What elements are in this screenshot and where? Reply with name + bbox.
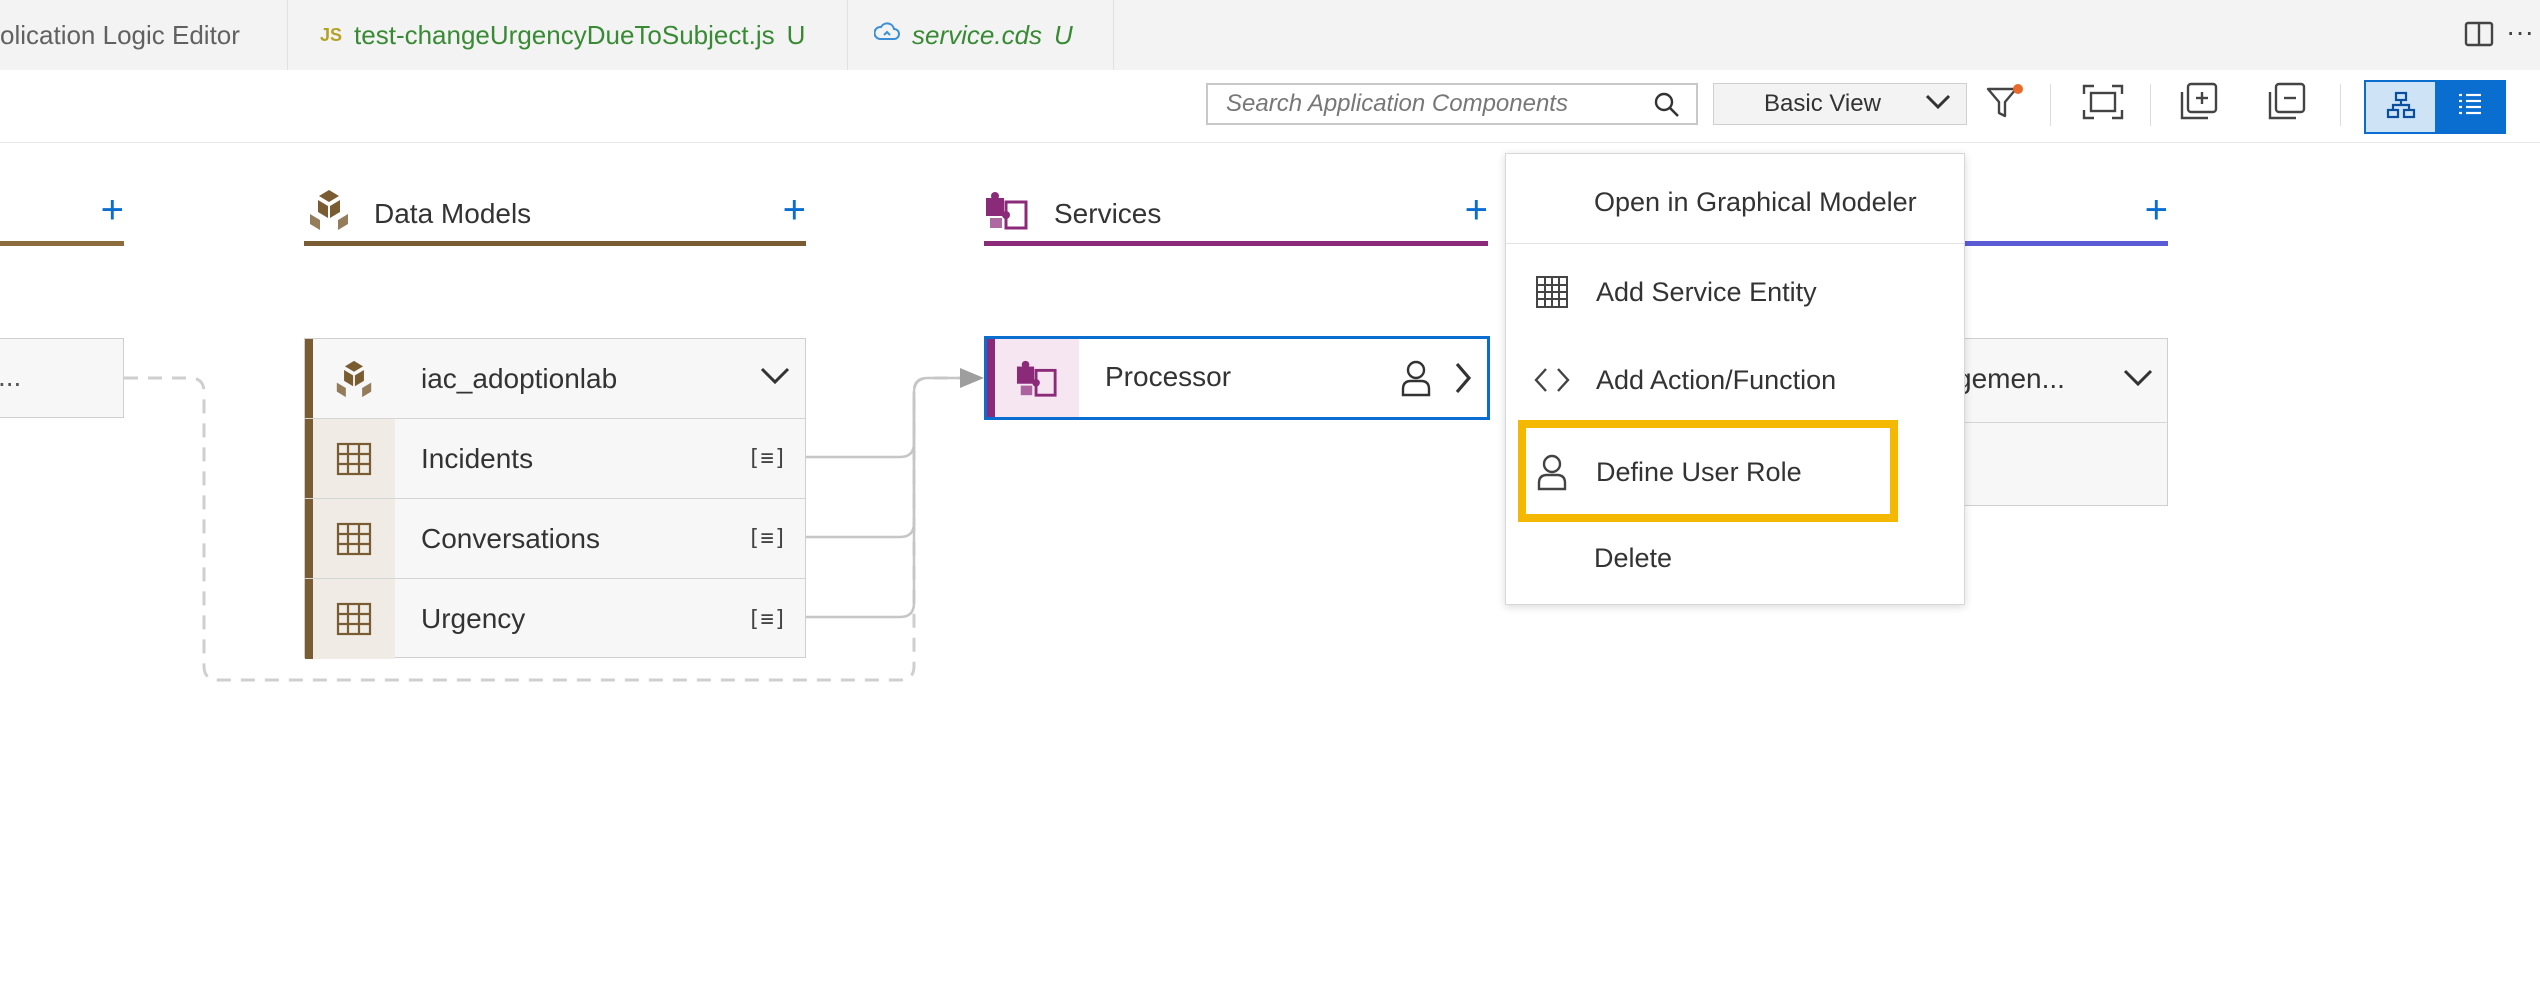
- entity-row[interactable]: Urgency [≡]: [305, 579, 805, 659]
- context-menu: Open in Graphical Modeler Add Service En…: [1505, 153, 1965, 605]
- column-underline: [0, 241, 124, 246]
- column-underline: [984, 241, 1488, 246]
- node-header[interactable]: gemen...: [1956, 339, 2168, 423]
- entity-details-icon[interactable]: [≡]: [747, 526, 787, 551]
- add-service-button[interactable]: +: [1465, 188, 1488, 233]
- entity-row[interactable]: Incidents [≡]: [305, 419, 805, 499]
- node-title: iac_adoptionlab: [421, 362, 618, 394]
- left-node[interactable]: ...: [0, 338, 124, 418]
- menu-item-delete[interactable]: Delete: [1506, 518, 1964, 598]
- entity-details-icon[interactable]: [≡]: [747, 607, 787, 632]
- column-title: Data Models: [374, 198, 532, 229]
- right-node[interactable]: gemen...: [1956, 338, 2168, 506]
- column-header-data-models: Data Models +: [304, 180, 806, 246]
- node-title: Processor: [1105, 361, 1232, 392]
- service-node-processor[interactable]: Processor: [984, 336, 1490, 420]
- menu-item-label: Define User Role: [1596, 456, 1802, 487]
- data-model-node[interactable]: iac_adoptionlab Incidents [≡] Conversati…: [304, 338, 806, 659]
- add-button[interactable]: +: [101, 188, 124, 233]
- node-title: gemen...: [1956, 363, 2065, 394]
- menu-item-open-graphical-modeler[interactable]: Open in Graphical Modeler: [1506, 162, 1964, 242]
- data-model-icon: [313, 339, 395, 418]
- table-icon: [313, 579, 395, 659]
- node-strip: [987, 339, 995, 417]
- user-icon: [1534, 454, 1570, 491]
- column-header-right: +: [1962, 180, 2168, 246]
- node-header[interactable]: iac_adoptionlab: [305, 339, 805, 419]
- node-strip: [305, 339, 313, 418]
- column-header-left: +: [0, 180, 124, 246]
- column-underline: [304, 241, 806, 246]
- table-icon: [313, 419, 395, 498]
- menu-item-define-user-role[interactable]: Define User Role: [1506, 432, 1964, 512]
- chevron-down-icon[interactable]: [2122, 367, 2154, 394]
- add-button[interactable]: +: [2145, 188, 2168, 233]
- entity-label: Incidents: [421, 442, 534, 474]
- add-data-model-button[interactable]: +: [783, 188, 806, 233]
- entity-details-icon[interactable]: [≡]: [747, 446, 787, 471]
- code-brackets-icon: [1534, 362, 1570, 398]
- node-label: ...: [0, 361, 22, 392]
- column-title: Services: [1054, 198, 1162, 229]
- menu-divider: [1506, 243, 1964, 244]
- menu-item-label: Add Action/Function: [1596, 364, 1837, 395]
- menu-item-add-action-function[interactable]: Add Action/Function: [1506, 340, 1964, 420]
- column-header-services: Services +: [984, 180, 1488, 246]
- table-icon: [313, 499, 395, 578]
- chevron-down-icon[interactable]: [759, 365, 791, 392]
- chevron-right-icon[interactable]: [1453, 361, 1473, 400]
- entity-label: Urgency: [421, 603, 526, 634]
- column-underline: [1962, 241, 2168, 246]
- entity-row[interactable]: Conversations [≡]: [305, 499, 805, 579]
- node-strip: [305, 419, 313, 498]
- service-icon: [995, 339, 1079, 417]
- menu-item-add-service-entity[interactable]: Add Service Entity: [1506, 252, 1964, 332]
- entity-label: Conversations: [421, 522, 600, 554]
- menu-item-label: Add Service Entity: [1596, 276, 1817, 307]
- menu-item-label: Open in Graphical Modeler: [1594, 186, 1917, 217]
- menu-item-label: Delete: [1594, 542, 1673, 573]
- node-strip: [305, 579, 313, 659]
- data-model-icon: [308, 188, 350, 237]
- table-grid-icon: [1534, 274, 1570, 310]
- node-strip: [305, 499, 313, 578]
- service-icon: [984, 188, 1030, 237]
- user-role-icon: [1401, 359, 1431, 402]
